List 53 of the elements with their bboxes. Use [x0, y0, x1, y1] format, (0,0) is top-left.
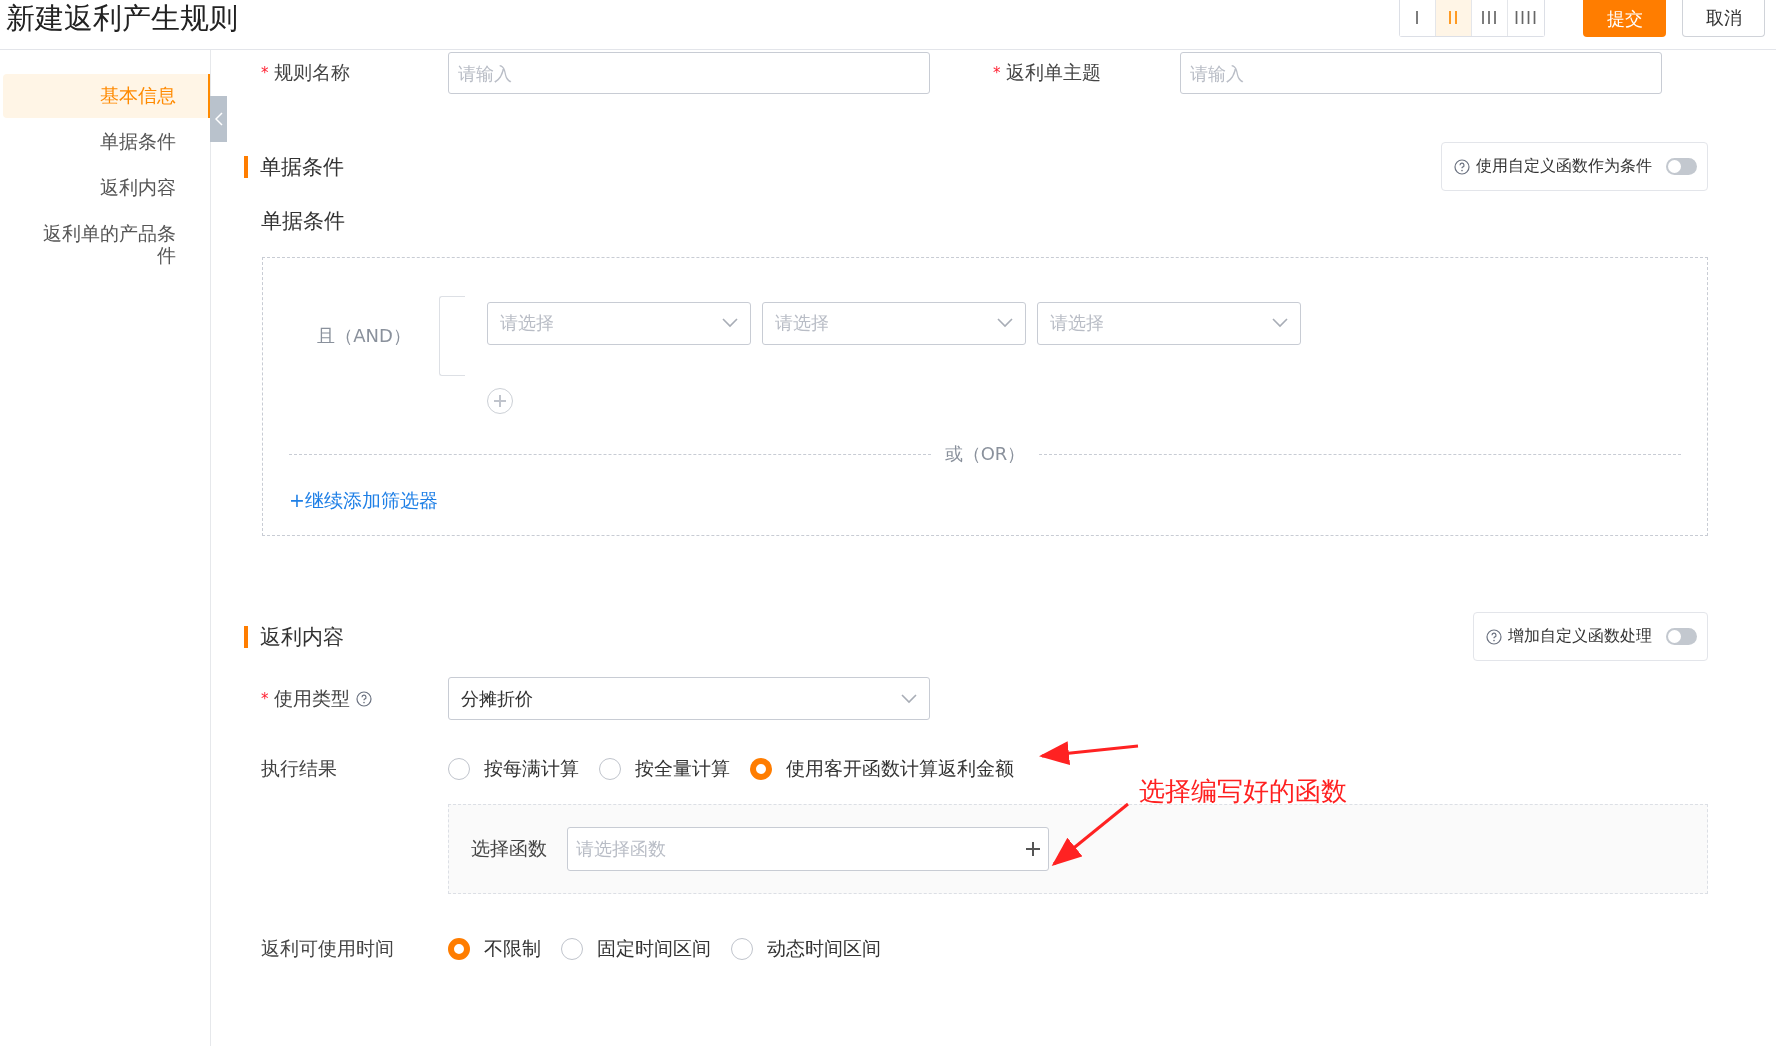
switch[interactable]: [1666, 628, 1697, 645]
field-label: 返利可使用时间: [261, 936, 394, 961]
layout-toggle-button[interactable]: I: [1400, 0, 1436, 36]
field-label: 执行结果: [261, 756, 337, 781]
switch[interactable]: [1666, 158, 1697, 175]
subsection-title: 单据条件: [261, 208, 346, 235]
toggle-label: 增加自定义函数处理: [1508, 626, 1652, 647]
section-title: 返利内容: [244, 625, 344, 648]
radio-button[interactable]: [561, 938, 583, 960]
field-label: 规则名称: [273, 60, 350, 85]
field-label: 使用类型: [273, 685, 350, 711]
cancel-button[interactable]: 取消: [1682, 0, 1765, 37]
radio-option[interactable]: 按全量计算: [599, 756, 730, 782]
collapse-button[interactable]: [210, 96, 227, 142]
input-field[interactable]: 请输入: [1180, 52, 1662, 94]
radio-option[interactable]: 固定时间区间: [561, 936, 711, 962]
sidebar-item[interactable]: 返利单的产品条件: [3, 212, 210, 278]
radio-button[interactable]: [750, 758, 772, 780]
sidebar-item[interactable]: 返利内容: [3, 166, 210, 210]
radio-option[interactable]: 使用客开函数计算返利金额: [750, 756, 1014, 782]
page-title: 新建返利产生规则: [6, 0, 239, 36]
section-title: 单据条件: [244, 155, 344, 178]
required-mark: *: [261, 689, 269, 708]
required-mark: *: [993, 64, 1001, 82]
chevron-down-icon: [901, 693, 917, 704]
radio-option[interactable]: 不限制: [448, 936, 541, 962]
toggle-label: 使用自定义函数作为条件: [1476, 156, 1652, 177]
help-icon: [1454, 158, 1470, 175]
help-icon: [1486, 628, 1502, 645]
add-condition-button[interactable]: [487, 388, 513, 414]
add-filter-link[interactable]: +继续添加筛选器: [289, 488, 438, 514]
radio-button[interactable]: [448, 938, 470, 960]
select-field[interactable]: 分摊折价: [448, 677, 930, 720]
and-label: 且（AND）: [316, 324, 412, 348]
radio-option[interactable]: 按每满计算: [448, 756, 579, 782]
chevron-down-icon: [1272, 318, 1288, 328]
chevron-left-icon: [214, 112, 223, 126]
required-mark: *: [261, 64, 269, 82]
annotation-text: 选择编写好的函数: [1139, 775, 1347, 808]
plus-icon: [493, 394, 507, 408]
input-field[interactable]: 请输入: [448, 52, 930, 94]
radio-button[interactable]: [599, 758, 621, 780]
radio-button[interactable]: [448, 758, 470, 780]
help-icon: [355, 690, 372, 707]
chevron-down-icon: [997, 318, 1013, 328]
radio-option[interactable]: 动态时间区间: [731, 936, 881, 962]
field-label: 选择函数: [471, 836, 547, 861]
radio-button[interactable]: [731, 938, 753, 960]
field-label: 返利单主题: [1005, 60, 1101, 85]
sidebar-item[interactable]: 单据条件: [3, 120, 210, 164]
plus-icon: [1026, 842, 1040, 856]
or-label: 或（OR）: [944, 442, 1026, 466]
chevron-down-icon: [722, 318, 738, 328]
